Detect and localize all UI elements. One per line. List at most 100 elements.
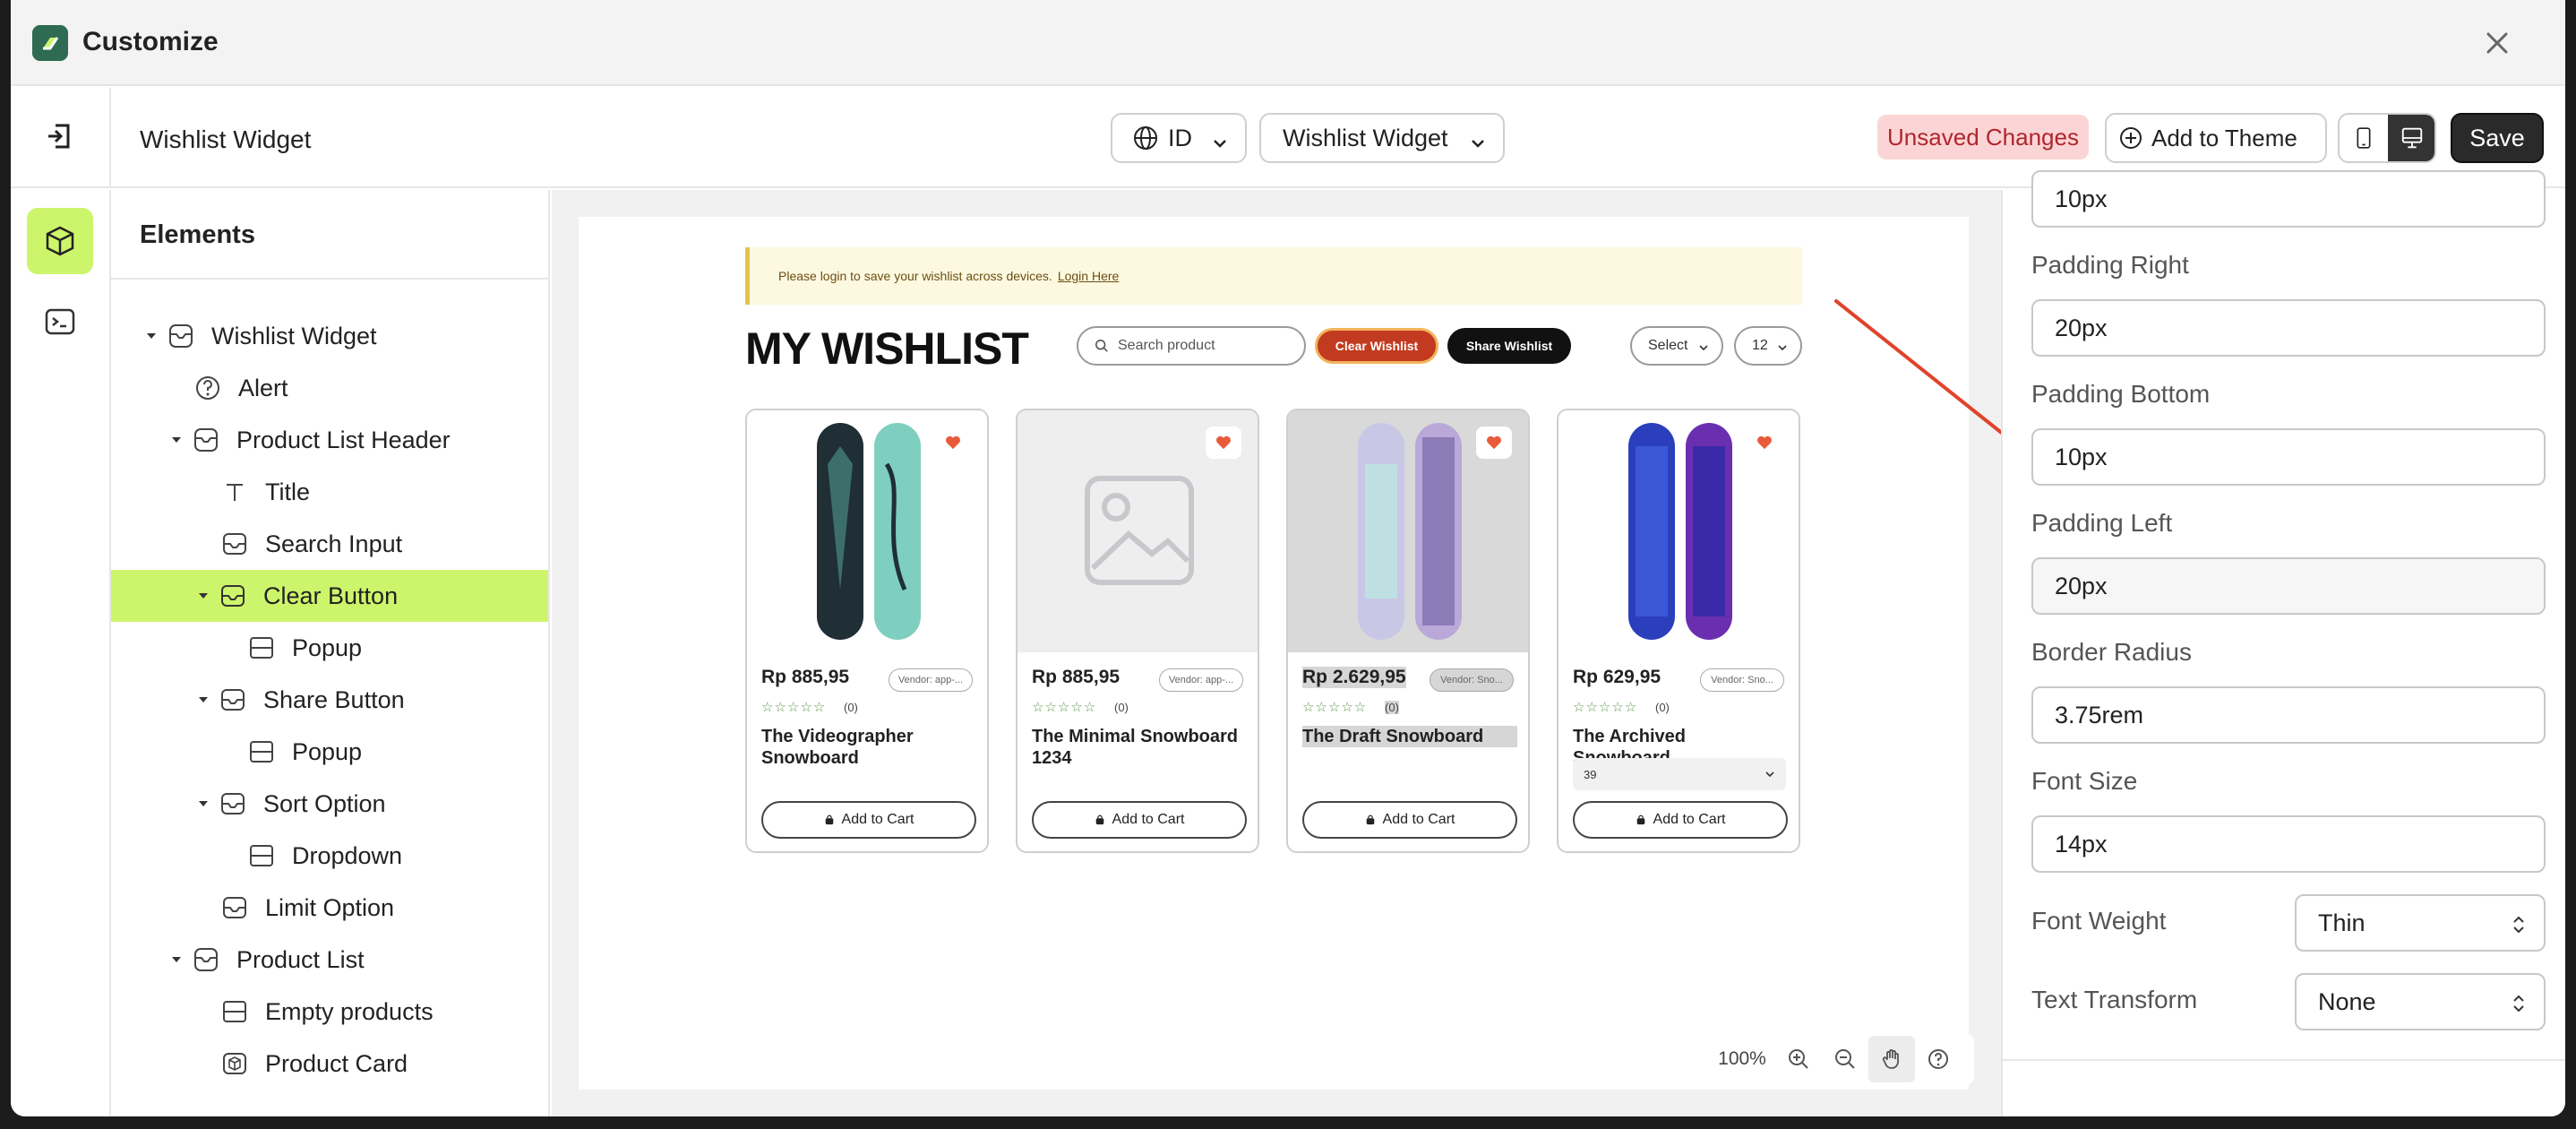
plus-circle-icon — [2119, 126, 2142, 150]
tree-item-wishlist-widget[interactable]: Wishlist Widget — [111, 310, 548, 362]
code-tab-button[interactable] — [27, 289, 93, 355]
mobile-icon — [2355, 125, 2373, 151]
clear-wishlist-button[interactable]: Clear Wishlist — [1315, 328, 1438, 364]
product-card[interactable]: Rp 629,95 Vendor: Sno... ☆☆☆☆☆ (0) The A… — [1557, 409, 1800, 853]
elements-tab-button[interactable] — [27, 208, 93, 274]
share-wishlist-button[interactable]: Share Wishlist — [1447, 328, 1571, 364]
add-to-cart-button[interactable]: Add to Cart — [1302, 801, 1517, 839]
chevron-down-icon — [1469, 131, 1487, 149]
chevron-down-icon — [1698, 341, 1709, 352]
save-button[interactable]: Save — [2451, 113, 2544, 163]
wishlist-heart-icon[interactable] — [935, 427, 971, 459]
widget-icon — [167, 322, 195, 350]
elements-header: Elements — [111, 190, 548, 280]
tree-item-product-list-header[interactable]: Product List Header — [111, 414, 548, 466]
tree-item-alert[interactable]: Alert — [111, 362, 548, 414]
tree-item-product-card[interactable]: Product Card — [111, 1038, 548, 1090]
product-search-input[interactable]: Search product — [1077, 326, 1306, 366]
widget-select[interactable]: Wishlist Widget — [1259, 113, 1505, 163]
border-radius-input[interactable]: 3.75rem — [2031, 686, 2546, 744]
limit-select-value: 12 — [1752, 338, 1768, 353]
caret-down-icon — [145, 330, 158, 342]
add-to-cart-button[interactable]: Add to Cart — [1032, 801, 1247, 839]
tree-item-label: Empty products — [265, 997, 434, 1025]
tree-item-label: Clear Button — [263, 582, 399, 609]
mobile-view-button[interactable] — [2340, 115, 2388, 161]
zoom-in-icon[interactable] — [1775, 1036, 1822, 1082]
product-card[interactable]: Rp 885,95 Vendor: app-... ☆☆☆☆☆ (0) The … — [745, 409, 989, 853]
inbox-icon — [219, 582, 247, 610]
padding-top-input[interactable]: 10px — [2031, 170, 2546, 228]
zoom-out-icon[interactable] — [1822, 1036, 1868, 1082]
padding-bottom-input[interactable]: 10px — [2031, 428, 2546, 486]
search-icon — [1095, 339, 1109, 353]
vendor-badge: Vendor: app-... — [1159, 668, 1243, 692]
widget-select-value: Wishlist Widget — [1283, 124, 1448, 151]
border-radius-label: Border Radius — [2031, 638, 2192, 666]
wishlist-heart-icon[interactable] — [1747, 427, 1782, 459]
close-icon[interactable] — [2479, 25, 2515, 61]
product-name[interactable]: The Videographer Snowboard — [761, 726, 976, 769]
login-link[interactable]: Login Here — [1058, 269, 1120, 283]
language-select[interactable]: ID — [1111, 113, 1247, 163]
alert-text: Please login to save your wishlist acros… — [778, 269, 1052, 283]
padding-left-input[interactable]: 20px — [2031, 557, 2546, 615]
preview-canvas: Please login to save your wishlist acros… — [552, 190, 2001, 1116]
tree-item-label: Popup — [292, 737, 363, 765]
inbox-icon — [219, 685, 247, 714]
tree-item-empty-products[interactable]: Empty products — [111, 986, 548, 1038]
caret-down-icon — [197, 694, 210, 706]
tree-item-label: Product List Header — [236, 426, 451, 453]
help-circle-icon[interactable] — [1915, 1036, 1962, 1082]
tree-item-label: Popup — [292, 633, 363, 661]
sort-select[interactable]: Select — [1630, 326, 1723, 366]
add-to-cart-button[interactable]: Add to Cart — [1573, 801, 1788, 839]
font-size-input[interactable]: 14px — [2031, 815, 2546, 873]
inbox-icon — [219, 789, 247, 818]
add-to-cart-label: Add to Cart — [1382, 812, 1455, 827]
language-value: ID — [1168, 124, 1192, 151]
product-card[interactable]: Rp 885,95 Vendor: app-... ☆☆☆☆☆ (0) The … — [1016, 409, 1259, 853]
vendor-badge: Vendor: Sno... — [1700, 668, 1784, 692]
hand-pan-icon[interactable] — [1868, 1036, 1915, 1082]
wishlist-heart-icon[interactable] — [1206, 427, 1241, 459]
layout-icon — [247, 841, 276, 870]
tree-item-clear-button[interactable]: Clear Button — [111, 570, 548, 622]
tree-item-product-list[interactable]: Product List — [111, 934, 548, 986]
chevron-up-down-icon — [2510, 991, 2528, 1016]
exit-icon[interactable] — [41, 116, 81, 156]
terminal-icon — [42, 304, 78, 340]
tree-item-limit-option[interactable]: Limit Option — [111, 882, 548, 934]
wishlist-alert: Please login to save your wishlist acros… — [745, 247, 1802, 305]
globe-icon — [1132, 125, 1159, 151]
add-to-theme-button[interactable]: Add to Theme — [2105, 113, 2327, 163]
wishlist-heart-icon[interactable] — [1476, 427, 1512, 459]
help-circle-icon — [193, 374, 222, 402]
tree-item-dropdown[interactable]: Dropdown — [111, 830, 548, 882]
product-card[interactable]: Rp 2.629,95 Vendor: Sno... ☆☆☆☆☆ (0) The… — [1286, 409, 1530, 853]
product-price: Rp 885,95 — [761, 667, 850, 687]
tree-item-label: Wishlist Widget — [211, 322, 377, 349]
product-price: Rp 885,95 — [1032, 667, 1121, 687]
text-transform-select[interactable]: None — [2295, 973, 2546, 1030]
limit-select[interactable]: 12 — [1734, 326, 1802, 366]
tree-item-search-input[interactable]: Search Input — [111, 518, 548, 570]
bag-icon — [1365, 814, 1376, 825]
product-name[interactable]: The Draft Snowboard — [1302, 726, 1517, 747]
product-name[interactable]: The Minimal Snowboard 1234 — [1032, 726, 1247, 769]
add-to-cart-button[interactable]: Add to Cart — [761, 801, 976, 839]
tree-item-sort-option[interactable]: Sort Option — [111, 778, 548, 830]
product-price: Rp 2.629,95 — [1302, 667, 1406, 688]
desktop-view-button[interactable] — [2388, 115, 2434, 161]
tree-item-title[interactable]: Title — [111, 466, 548, 518]
padding-right-input[interactable]: 20px — [2031, 299, 2546, 357]
font-weight-select[interactable]: Thin — [2295, 894, 2546, 952]
tree-item-share-button[interactable]: Share Button — [111, 674, 548, 726]
tree-item-popup[interactable]: Popup — [111, 622, 548, 674]
caret-down-icon — [197, 797, 210, 810]
caret-down-icon — [197, 590, 210, 602]
panel-divider — [2003, 1059, 2565, 1061]
add-to-cart-label: Add to Cart — [1653, 812, 1726, 827]
variant-select[interactable]: 39 — [1573, 758, 1786, 790]
tree-item-popup[interactable]: Popup — [111, 726, 548, 778]
